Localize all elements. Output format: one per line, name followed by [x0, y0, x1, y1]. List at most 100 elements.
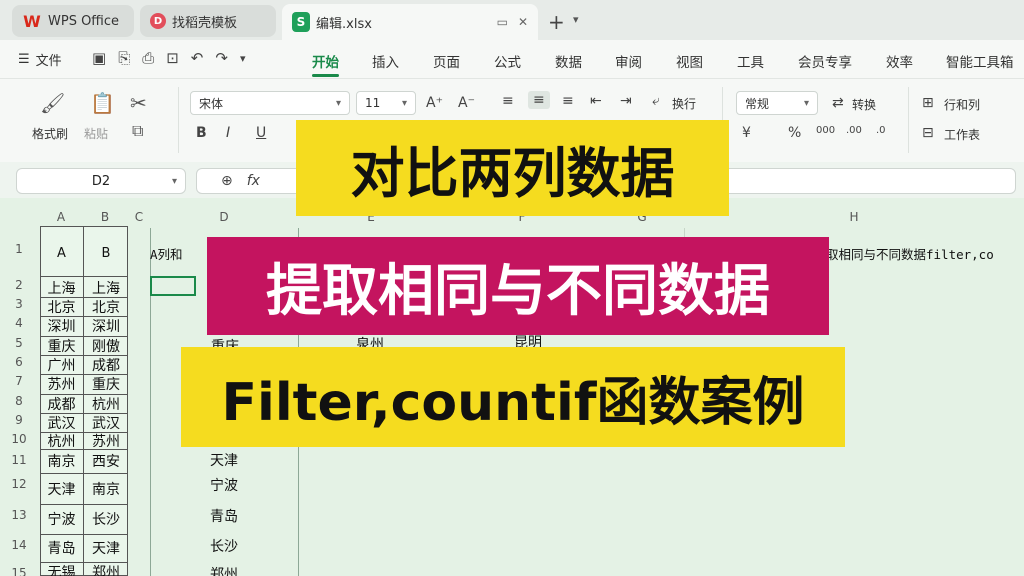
row-header[interactable]: 6	[0, 355, 38, 369]
row-header[interactable]: 1	[0, 242, 38, 256]
increase-decimal-icon[interactable]: .00	[846, 125, 862, 136]
align-middle-icon[interactable]: ≡	[528, 91, 550, 109]
selected-cell-d2[interactable]	[150, 276, 196, 296]
row-header[interactable]: 8	[0, 394, 38, 408]
menu-review[interactable]: 审阅	[615, 51, 642, 71]
indent-decrease-icon[interactable]: ⇤	[590, 93, 602, 109]
italic-button[interactable]: I	[226, 125, 230, 141]
cell-a10[interactable]: 杭州	[40, 432, 83, 450]
cell-a14[interactable]: 青岛	[40, 534, 83, 562]
cell-b13[interactable]: 长沙	[84, 504, 128, 534]
cell-a13[interactable]: 宁波	[40, 504, 83, 534]
worksheet-icon[interactable]: ⊟	[922, 125, 934, 141]
print-icon[interactable]: ⎙	[142, 49, 154, 67]
worksheet-button[interactable]: 工作表	[944, 126, 980, 143]
cell-a9[interactable]: 武汉	[40, 413, 83, 432]
menu-formulas[interactable]: 公式	[494, 51, 521, 71]
row-header[interactable]: 10	[0, 432, 38, 446]
paste-button[interactable]: 粘贴	[84, 125, 108, 142]
row-header[interactable]: 12	[0, 477, 38, 491]
menu-efficiency[interactable]: 效率	[886, 51, 913, 71]
cell-d11[interactable]: 天津	[150, 450, 298, 470]
number-format-select[interactable]: 常规 ▾	[736, 91, 818, 115]
cell-b1[interactable]: B	[84, 242, 128, 264]
tab-spreadsheet[interactable]: S 编辑.xlsx ▭ ✕	[282, 4, 538, 40]
row-header[interactable]: 11	[0, 453, 38, 467]
close-icon[interactable]: ✕	[518, 15, 528, 29]
cell-b9[interactable]: 武汉	[84, 413, 128, 432]
decrease-decimal-icon[interactable]: .0	[876, 125, 886, 136]
cell-b8[interactable]: 杭州	[84, 394, 128, 413]
increase-font-icon[interactable]: A⁺	[426, 95, 443, 111]
paste-icon[interactable]: 📋	[90, 91, 115, 115]
cell-d1[interactable]: A列和	[150, 244, 183, 263]
name-box[interactable]: D2 ▾	[16, 168, 186, 194]
underline-button[interactable]: U	[256, 125, 266, 141]
cell-h1[interactable]: 取相同与不同数据filter,co	[826, 244, 994, 263]
wrap-text-button[interactable]: 换行	[672, 95, 696, 112]
font-name-select[interactable]: 宋体 ▾	[190, 91, 350, 115]
cell-a15[interactable]: 无锡	[40, 562, 83, 576]
row-header[interactable]: 14	[0, 538, 38, 552]
convert-icon[interactable]: ⇄	[832, 95, 844, 111]
format-painter-icon[interactable]: 🖌	[40, 91, 65, 115]
menu-tools[interactable]: 工具	[737, 51, 764, 71]
cell-a1[interactable]: A	[40, 242, 83, 264]
row-col-button[interactable]: 行和列	[944, 96, 980, 113]
row-col-icon[interactable]: ⊞	[922, 95, 934, 111]
cell-a6[interactable]: 广州	[40, 355, 83, 374]
row-header[interactable]: 13	[0, 508, 38, 522]
cell-a2[interactable]: 上海	[40, 278, 83, 297]
cell-b10[interactable]: 苏州	[84, 432, 128, 450]
cell-d12[interactable]: 宁波	[150, 475, 298, 495]
font-size-select[interactable]: 11 ▾	[356, 91, 416, 115]
cell-b12[interactable]: 南京	[84, 473, 128, 504]
row-header[interactable]: 2	[0, 278, 38, 292]
format-painter-button[interactable]: 格式刷	[32, 125, 68, 142]
print-preview-icon[interactable]: ⊡	[166, 49, 179, 67]
chevron-down-icon[interactable]: ▾	[573, 13, 579, 26]
export-icon[interactable]: ⎘	[118, 49, 130, 67]
save-icon[interactable]: ▣	[92, 49, 106, 67]
cell-b15[interactable]: 郑州	[84, 562, 128, 576]
tab-wps-office[interactable]: W WPS Office	[12, 5, 134, 37]
convert-button[interactable]: 转换	[852, 96, 876, 113]
indent-increase-icon[interactable]: ⇥	[620, 93, 632, 109]
menu-smart-toolbox[interactable]: 智能工具箱	[946, 51, 1014, 71]
column-header-b[interactable]: B	[82, 206, 128, 228]
screen-icon[interactable]: ▭	[497, 15, 508, 29]
column-header-d[interactable]: D	[150, 206, 298, 228]
menu-view[interactable]: 视图	[676, 51, 703, 71]
chevron-down-icon[interactable]: ▾	[240, 49, 246, 67]
cut-icon[interactable]: ✂	[130, 91, 147, 115]
thousands-icon[interactable]: 000	[816, 125, 835, 136]
column-header-h[interactable]: H	[684, 206, 1024, 228]
copy-icon[interactable]: ⧉	[132, 121, 143, 141]
menu-insert[interactable]: 插入	[372, 51, 399, 71]
align-bottom-icon[interactable]: ≡	[562, 93, 574, 109]
row-header[interactable]: 5	[0, 336, 38, 350]
cell-a3[interactable]: 北京	[40, 297, 83, 316]
decrease-font-icon[interactable]: A⁻	[458, 95, 475, 111]
tab-docer-templates[interactable]: D 找稻壳模板	[140, 5, 276, 37]
menu-page[interactable]: 页面	[433, 51, 460, 71]
cell-b7[interactable]: 重庆	[84, 374, 128, 394]
column-header-c[interactable]: C	[128, 206, 150, 228]
cell-d14[interactable]: 长沙	[150, 536, 298, 556]
redo-icon[interactable]: ↷	[215, 49, 228, 67]
cell-b2[interactable]: 上海	[84, 278, 128, 297]
cell-a7[interactable]: 苏州	[40, 374, 83, 394]
fx-icon[interactable]: fx	[247, 173, 260, 189]
file-menu[interactable]: ☰ 文件	[18, 50, 62, 69]
row-header[interactable]: 15	[0, 566, 38, 576]
cell-b3[interactable]: 北京	[84, 297, 128, 316]
bold-button[interactable]: B	[196, 125, 207, 141]
wrap-text-icon[interactable]: ⤶	[652, 93, 660, 109]
currency-button[interactable]: ¥	[742, 125, 751, 141]
cell-a11[interactable]: 南京	[40, 449, 83, 473]
cell-b11[interactable]: 西安	[84, 449, 128, 473]
cell-b14[interactable]: 天津	[84, 534, 128, 562]
percent-button[interactable]: %	[788, 125, 801, 141]
cell-b5[interactable]: 刚傲	[84, 336, 128, 355]
cell-a5[interactable]: 重庆	[40, 336, 83, 355]
